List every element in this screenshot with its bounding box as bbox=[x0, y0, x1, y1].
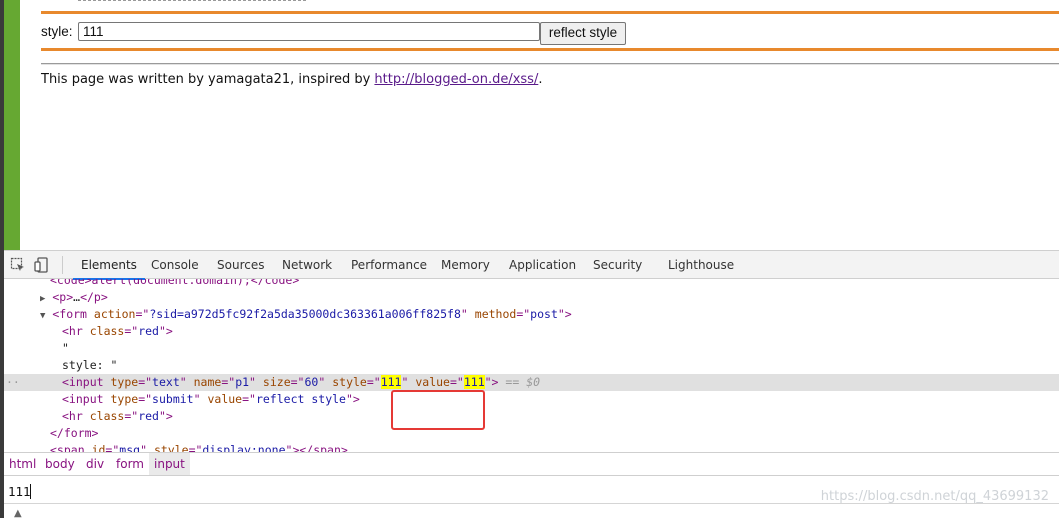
dom-node-style-text[interactable]: style: " bbox=[4, 357, 1059, 374]
quote-text: " bbox=[62, 341, 69, 355]
input-value-value: 111 bbox=[463, 375, 485, 389]
page-divider bbox=[41, 63, 1059, 65]
p-open-tag: <p> bbox=[52, 290, 74, 304]
hr-class-value: red bbox=[138, 409, 159, 423]
annotation-highlight-box bbox=[391, 390, 485, 430]
style-label: style: bbox=[41, 24, 73, 39]
p-close-tag: </p> bbox=[80, 290, 108, 304]
form-action-value: ?sid=a972d5fc92f2a5da35000dc363361a006ff… bbox=[149, 307, 461, 321]
expand-arrow-icon[interactable]: ▶ bbox=[40, 294, 45, 304]
code-node-text: <code>alert(document.domain);</code> bbox=[50, 279, 300, 287]
breadcrumb-input[interactable]: input bbox=[149, 453, 190, 475]
hr-red-bottom bbox=[41, 48, 1059, 51]
dom-node-p[interactable]: ▶ <p>…</p> bbox=[4, 289, 1059, 306]
dom-node-span[interactable]: <span id="msg" style="display:none"></sp… bbox=[4, 442, 1059, 452]
tab-elements[interactable]: Elements bbox=[73, 251, 145, 280]
input-size-value: 60 bbox=[304, 375, 319, 389]
watermark: https://blog.csdn.net/qq_43699132 bbox=[820, 489, 1049, 504]
console-value: 111 bbox=[8, 484, 31, 499]
page-viewport: style: 111 reflect style This page was w… bbox=[20, 0, 1059, 250]
tab-sources[interactable]: Sources bbox=[217, 251, 264, 279]
dom-node-submit[interactable]: <input type="submit" value="reflect styl… bbox=[4, 391, 1059, 408]
credit-prefix: This page was written by yamagata21, ins… bbox=[41, 72, 375, 87]
tab-performance[interactable]: Performance bbox=[351, 251, 427, 279]
dom-tree: <code>alert(document.domain);</code> ▶ <… bbox=[4, 279, 1059, 452]
submit-value-value: reflect style bbox=[255, 392, 346, 406]
dom-node-form[interactable]: ▼ <form action="?sid=a972d5fc92f2a5da350… bbox=[4, 306, 1059, 323]
input-style-value: 111 bbox=[380, 375, 402, 389]
dotted-divider bbox=[78, 0, 306, 1]
breadcrumb: html body div form input bbox=[4, 452, 1059, 476]
tab-memory[interactable]: Memory bbox=[441, 251, 490, 279]
selected-node-marker: == $0 bbox=[505, 375, 541, 389]
collapse-arrow-icon[interactable]: ▼ bbox=[40, 311, 45, 321]
chevron-up-icon[interactable]: ▲ bbox=[14, 508, 22, 519]
breadcrumb-form[interactable]: form bbox=[111, 453, 149, 475]
input-name-value: p1 bbox=[235, 375, 250, 389]
form-method-value: post bbox=[530, 307, 558, 321]
text-caret bbox=[30, 484, 31, 499]
tab-lighthouse[interactable]: Lighthouse bbox=[668, 251, 734, 279]
dom-node-quote[interactable]: " bbox=[4, 340, 1059, 357]
credit-link[interactable]: http://blogged-on.de/xss/ bbox=[374, 72, 538, 87]
input-type-value: text bbox=[152, 375, 180, 389]
reflect-style-button[interactable]: reflect style bbox=[540, 22, 626, 45]
hr-red-top bbox=[41, 11, 1059, 14]
submit-type-value: submit bbox=[152, 392, 194, 406]
span-style-value: display:none bbox=[202, 443, 286, 452]
tab-application[interactable]: Application bbox=[509, 251, 576, 279]
style-input[interactable]: 111 bbox=[78, 22, 540, 41]
tab-label: Elements bbox=[81, 258, 137, 272]
tab-security[interactable]: Security bbox=[593, 251, 642, 279]
breadcrumb-body[interactable]: body bbox=[40, 453, 80, 475]
dom-node-input-selected[interactable]: ·· <input type="text" name="p1" size="60"… bbox=[4, 374, 1059, 391]
hr-class-value: red bbox=[138, 324, 159, 338]
devtools-panel: Elements Console Sources Network Perform… bbox=[4, 250, 1059, 519]
tab-console[interactable]: Console bbox=[151, 251, 199, 279]
credit-text: This page was written by yamagata21, ins… bbox=[41, 72, 542, 87]
inspect-element-icon[interactable] bbox=[10, 257, 26, 273]
breadcrumb-html[interactable]: html bbox=[4, 453, 41, 475]
dom-node-form-close[interactable]: </form> bbox=[4, 425, 1059, 442]
credit-suffix: . bbox=[538, 72, 543, 87]
dom-node-hr-bottom[interactable]: <hr class="red"> bbox=[4, 408, 1059, 425]
drag-handle-icon[interactable]: ·· bbox=[6, 374, 20, 391]
span-id-value: msg bbox=[119, 443, 141, 452]
style-text-node: style: " bbox=[62, 358, 118, 372]
tab-network[interactable]: Network bbox=[282, 251, 332, 279]
dom-node-hr-top[interactable]: <hr class="red"> bbox=[4, 323, 1059, 340]
toolbar-separator bbox=[62, 256, 63, 274]
devtools-toolbar: Elements Console Sources Network Perform… bbox=[4, 250, 1059, 280]
dom-node-code[interactable]: <code>alert(document.domain);</code> bbox=[4, 279, 1059, 289]
device-toolbar-icon[interactable] bbox=[34, 257, 50, 273]
breadcrumb-div[interactable]: div bbox=[81, 453, 109, 475]
